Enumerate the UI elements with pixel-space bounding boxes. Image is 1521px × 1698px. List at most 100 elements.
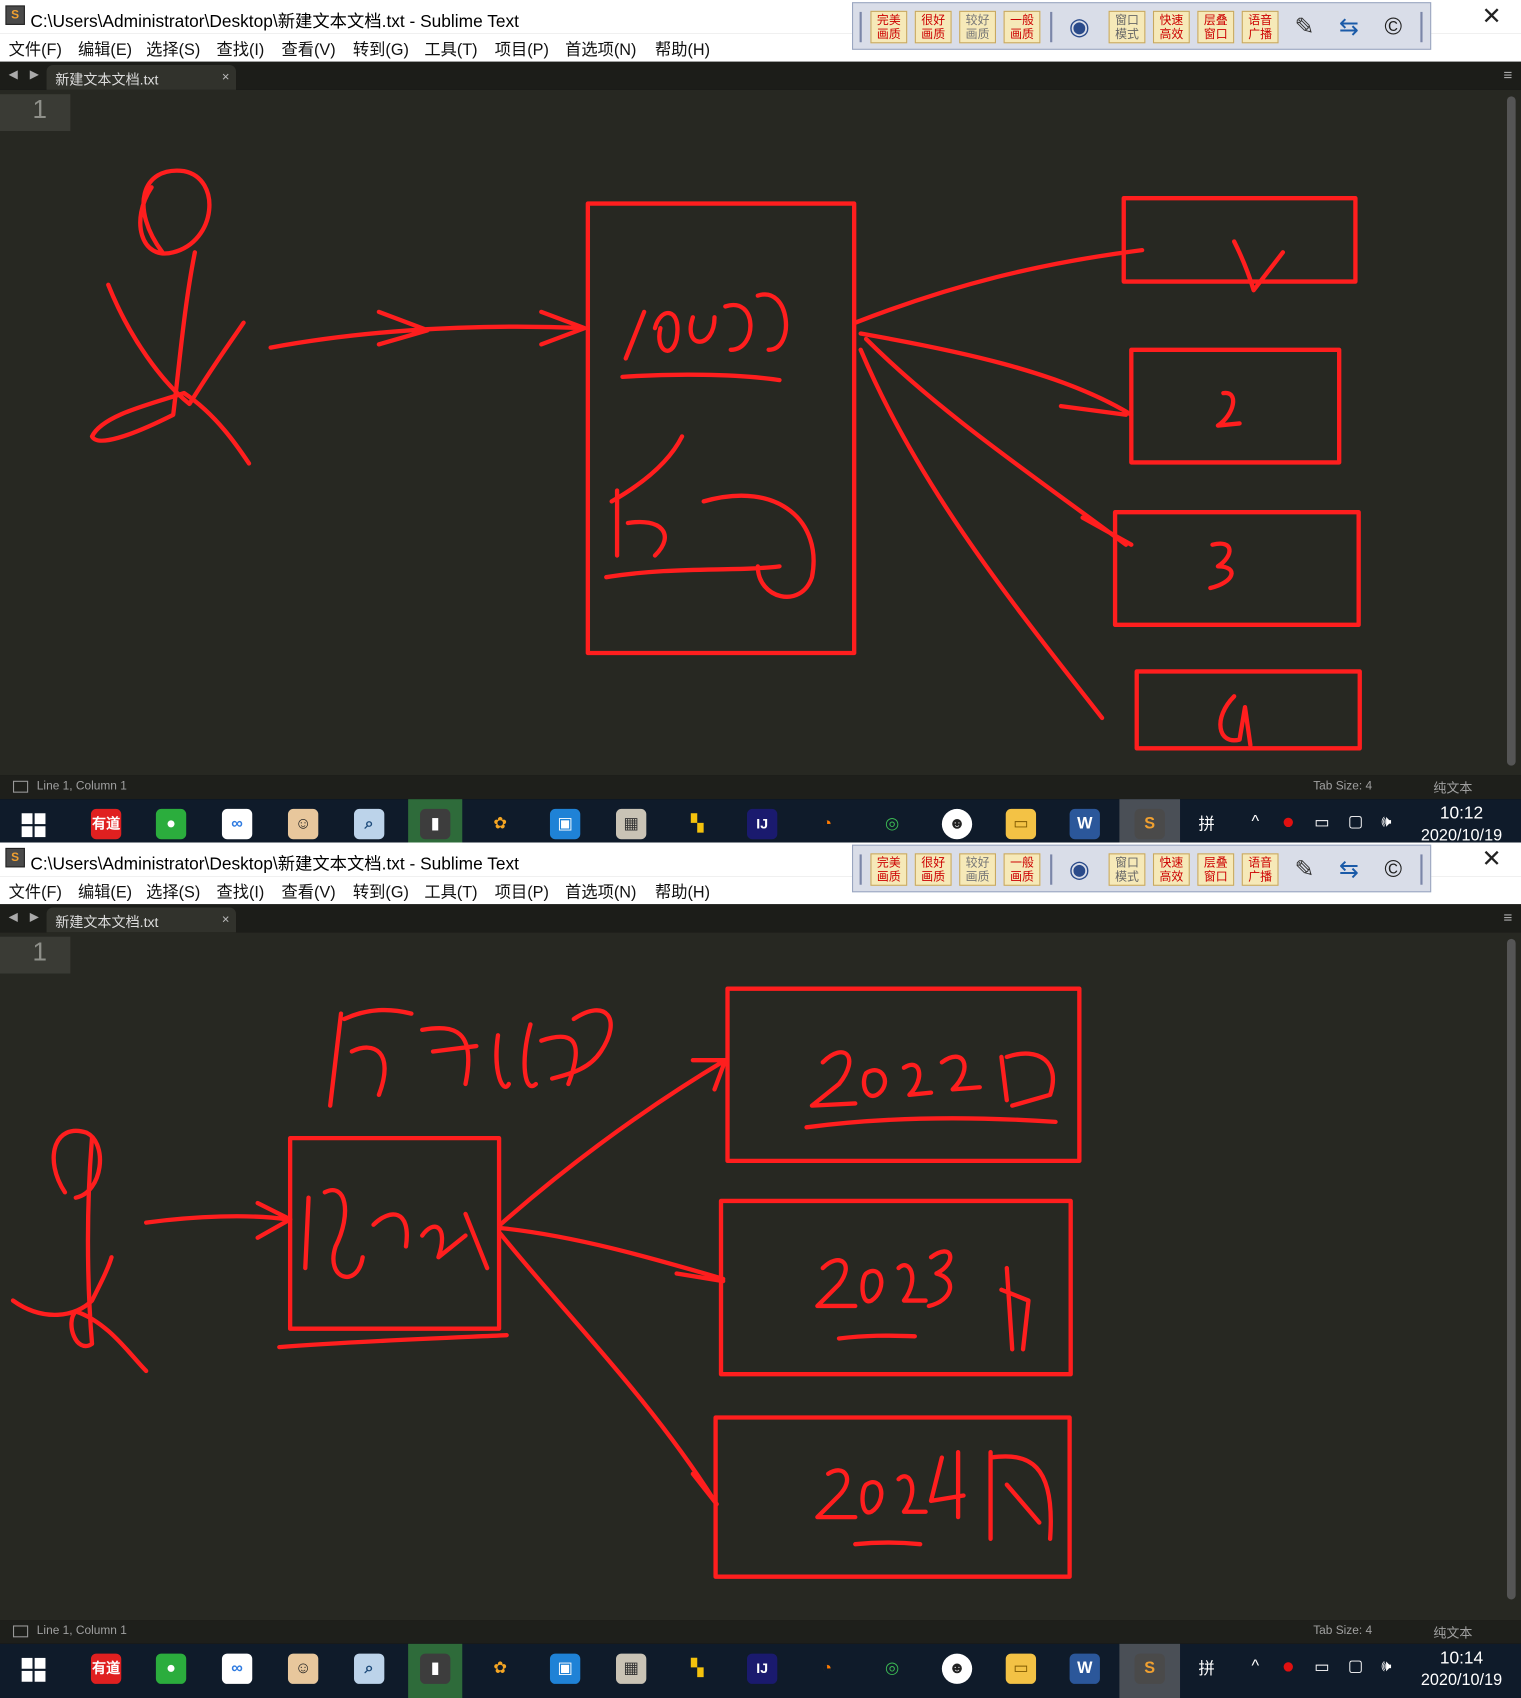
wechat-icon[interactable]: ● [155, 808, 187, 840]
tray-chevron-icon[interactable]: ^ [1251, 812, 1259, 830]
battery-icon[interactable]: ▭ [1314, 1657, 1329, 1676]
window-mode-button[interactable]: 窗口模式 [1108, 853, 1146, 886]
intellij-icon[interactable]: IJ [746, 808, 778, 840]
tab-nav-arrows[interactable]: ◀ ▶ [9, 910, 44, 924]
remote-desktop-icon[interactable]: ▣ [549, 808, 581, 840]
baidu-netdisk-icon[interactable]: ∞ [221, 1653, 253, 1684]
youdao-dict-icon[interactable]: 有道 [90, 808, 122, 840]
menu-project[interactable]: 项目(P) [495, 880, 549, 903]
tab-nav-arrows[interactable]: ◀ ▶ [9, 67, 44, 81]
network-icon[interactable]: ▢ [1348, 811, 1363, 830]
panel-toggle-icon[interactable] [12, 780, 29, 793]
clock-time[interactable]: 10:12 [1425, 805, 1499, 824]
menu-help[interactable]: 帮助(H) [655, 38, 710, 61]
monitor-transfer-icon[interactable]: ⇆ [1331, 852, 1368, 887]
menu-tools[interactable]: 工具(T) [424, 38, 477, 61]
clock-date[interactable]: 2020/10/19 [1412, 1671, 1512, 1689]
clock-time[interactable]: 10:14 [1425, 1649, 1499, 1668]
perfect-quality-button[interactable]: 完美画质 [870, 853, 908, 886]
tiles-app-icon[interactable]: ▚ [682, 809, 712, 839]
firefox-icon[interactable]: ◔ [812, 809, 842, 839]
cascade-window-button[interactable]: 层叠窗口 [1197, 10, 1235, 44]
remote-view-icon[interactable]: ◉ [1061, 10, 1098, 45]
sublime-taskbar-icon[interactable]: S [1134, 808, 1165, 840]
menu-view[interactable]: 查看(V) [281, 38, 335, 61]
tab-menu-icon[interactable]: ≡ [1504, 909, 1513, 926]
menu-find[interactable]: 查找(I) [217, 880, 265, 903]
fast-mode-button[interactable]: 快速高效 [1152, 10, 1190, 44]
tab-size[interactable]: Tab Size: 4 [1313, 780, 1372, 793]
windows-start-icon[interactable] [21, 1657, 46, 1682]
baidu-netdisk-icon[interactable]: ∞ [221, 808, 253, 840]
pen-icon[interactable]: ✎ [1286, 10, 1323, 45]
fair-quality-button[interactable]: 较好画质 [959, 10, 996, 44]
ime-indicator[interactable]: 拼 [1198, 812, 1214, 835]
magnifier-app-icon[interactable]: ⌕ [354, 808, 385, 840]
ime-indicator[interactable]: 拼 [1198, 1657, 1214, 1680]
menu-project[interactable]: 项目(P) [495, 38, 549, 61]
menu-preferences[interactable]: 首选项(N) [565, 38, 636, 61]
360-icon[interactable]: ✿ [485, 809, 515, 839]
tab-close-icon[interactable]: × [222, 912, 230, 927]
magnifier-app-icon[interactable]: ⌕ [354, 1653, 385, 1684]
windows-start-icon[interactable] [21, 813, 46, 838]
volume-icon[interactable]: 🕪 [1381, 1657, 1391, 1675]
chrome-icon[interactable]: ◎ [877, 1654, 907, 1684]
panel-toggle-icon[interactable] [12, 1625, 29, 1638]
smiley-app-icon[interactable]: ☻ [941, 1653, 973, 1684]
avatar-app-icon[interactable]: ☺ [287, 808, 319, 840]
tab-file[interactable]: 新建文本文档.txt × [46, 64, 237, 90]
menu-file[interactable]: 文件(F) [9, 880, 62, 903]
tab-file[interactable]: 新建文本文档.txt × [46, 907, 237, 933]
camera-app-icon[interactable]: ▮ [420, 1653, 451, 1684]
good-quality-button[interactable]: 很好画质 [914, 10, 952, 44]
tray-chevron-icon[interactable]: ^ [1251, 1657, 1259, 1675]
record-icon[interactable]: ● [1282, 810, 1295, 835]
firefox-icon[interactable]: ◔ [812, 1654, 842, 1684]
monitor-transfer-icon[interactable]: ⇆ [1331, 10, 1368, 45]
volume-icon[interactable]: 🕪 [1381, 812, 1391, 830]
tiles-app-icon[interactable]: ▚ [682, 1654, 712, 1684]
good-quality-button[interactable]: 很好画质 [914, 853, 952, 886]
chrome-icon[interactable]: ◎ [877, 809, 907, 839]
file-explorer-icon[interactable]: ▭ [1005, 1653, 1037, 1684]
syntax-mode[interactable]: 纯文本 [1433, 779, 1472, 797]
menu-edit[interactable]: 编辑(E) [78, 880, 132, 903]
intellij-icon[interactable]: IJ [746, 1653, 778, 1684]
360-icon[interactable]: ✿ [485, 1654, 515, 1684]
photo-app-icon[interactable]: ▦ [615, 1653, 647, 1684]
editor-area[interactable]: 1 [0, 932, 1521, 1621]
avatar-app-icon[interactable]: ☺ [287, 1653, 319, 1684]
screen-c-icon[interactable]: © [1375, 10, 1412, 45]
record-icon[interactable]: ● [1282, 1655, 1295, 1680]
menu-select[interactable]: 选择(S) [146, 38, 200, 61]
menu-file[interactable]: 文件(F) [9, 38, 62, 61]
close-button[interactable]: ✕ [1482, 845, 1502, 873]
perfect-quality-button[interactable]: 完美画质 [870, 10, 908, 44]
normal-quality-button[interactable]: 一般画质 [1003, 853, 1041, 886]
youdao-dict-icon[interactable]: 有道 [90, 1653, 122, 1684]
menu-view[interactable]: 查看(V) [281, 880, 335, 903]
menu-tools[interactable]: 工具(T) [424, 880, 477, 903]
menu-edit[interactable]: 编辑(E) [78, 38, 132, 61]
remote-view-icon[interactable]: ◉ [1061, 852, 1098, 887]
tab-size[interactable]: Tab Size: 4 [1313, 1624, 1372, 1637]
voice-broadcast-button[interactable]: 语音广播 [1241, 853, 1279, 886]
menu-preferences[interactable]: 首选项(N) [565, 880, 636, 903]
wechat-icon[interactable]: ● [155, 1653, 187, 1684]
pen-icon[interactable]: ✎ [1286, 852, 1323, 887]
remote-desktop-icon[interactable]: ▣ [549, 1653, 581, 1684]
menu-find[interactable]: 查找(I) [217, 38, 265, 61]
camera-app-icon[interactable]: ▮ [420, 808, 451, 840]
file-explorer-icon[interactable]: ▭ [1005, 808, 1037, 840]
menu-goto[interactable]: 转到(G) [353, 880, 409, 903]
network-icon[interactable]: ▢ [1348, 1656, 1363, 1675]
normal-quality-button[interactable]: 一般画质 [1003, 10, 1041, 44]
photo-app-icon[interactable]: ▦ [615, 808, 647, 840]
battery-icon[interactable]: ▭ [1314, 812, 1329, 831]
window-mode-button[interactable]: 窗口模式 [1108, 10, 1146, 44]
sublime-taskbar-icon[interactable]: S [1134, 1653, 1165, 1684]
smiley-app-icon[interactable]: ☻ [941, 808, 973, 840]
cascade-window-button[interactable]: 层叠窗口 [1197, 853, 1235, 886]
close-button[interactable]: ✕ [1482, 2, 1502, 30]
